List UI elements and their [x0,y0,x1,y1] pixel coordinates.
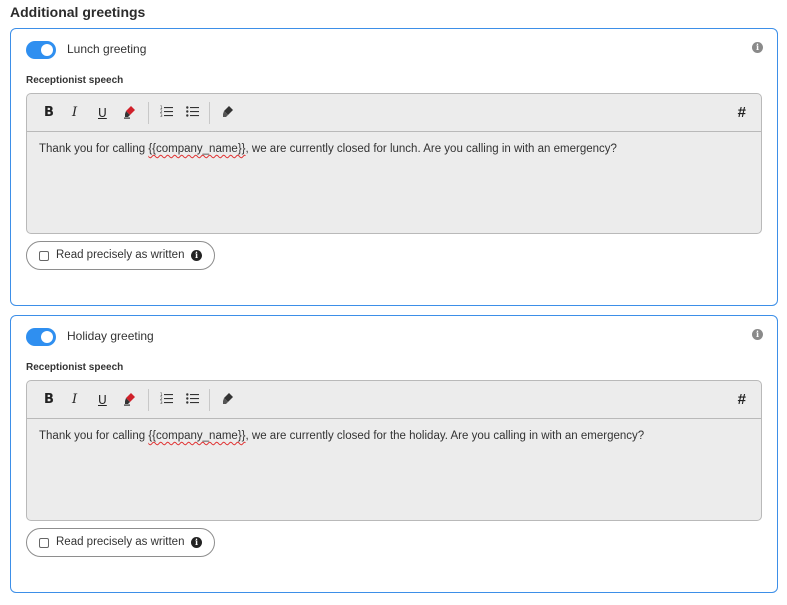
text-after: , we are currently closed for the holida… [245,430,645,442]
speech-text[interactable]: Thank you for calling {{company_name}}, … [27,419,761,453]
receptionist-speech-label: Receptionist speech [26,75,124,86]
section-title: Additional greetings [10,4,146,20]
holiday-greeting-toggle[interactable] [26,328,56,346]
toolbar-separator [209,389,210,411]
editor-toolbar: B I U 123 # [27,381,761,419]
italic-button[interactable]: I [72,105,77,121]
editor-toolbar: B I U 123 # [27,94,761,132]
highlighter-icon[interactable] [124,392,136,408]
read-precisely-label: Read precisely as written [56,249,185,261]
speech-text[interactable]: Thank you for calling {{company_name}}, … [27,132,761,166]
italic-button[interactable]: I [72,392,77,408]
read-precisely-label: Read precisely as written [56,536,185,548]
lunch-greeting-toggle[interactable] [26,41,56,59]
insert-variable-button[interactable]: # [738,392,746,408]
read-precisely-pill[interactable]: Read precisely as written i [26,528,215,557]
insert-variable-button[interactable]: # [738,105,746,121]
underline-button[interactable]: U [98,105,107,121]
text-before: Thank you for calling [39,430,149,442]
toggle-knob [41,331,53,343]
info-icon[interactable]: i [752,42,763,53]
highlighter-icon[interactable] [124,105,136,121]
read-precisely-checkbox[interactable] [39,251,49,261]
lunch-greeting-label: Lunch greeting [67,42,147,56]
company-name-variable: {{company_name}} [148,143,246,155]
bold-button[interactable]: B [44,392,54,408]
speech-editor[interactable]: B I U 123 # Thank you for calling {{comp… [26,93,762,234]
toolbar-separator [148,389,149,411]
eraser-icon[interactable] [222,105,234,121]
ordered-list-icon[interactable]: 123 [160,105,173,121]
info-icon[interactable]: i [191,250,202,261]
speech-editor[interactable]: B I U 123 # Thank you for calling {{comp… [26,380,762,521]
unordered-list-icon[interactable] [186,105,199,121]
info-icon[interactable]: i [191,537,202,548]
underline-button[interactable]: U [98,392,107,408]
holiday-greeting-card: Holiday greeting i Receptionist speech B… [10,315,778,593]
holiday-greeting-label: Holiday greeting [67,329,154,343]
read-precisely-checkbox[interactable] [39,538,49,548]
company-name-variable: {{company_name}} [148,430,246,442]
eraser-icon[interactable] [222,392,234,408]
info-icon[interactable]: i [752,329,763,340]
receptionist-speech-label: Receptionist speech [26,362,124,373]
text-before: Thank you for calling [39,143,149,155]
toolbar-separator [209,102,210,124]
toolbar-separator [148,102,149,124]
unordered-list-icon[interactable] [186,392,199,408]
lunch-greeting-card: Lunch greeting i Receptionist speech B I… [10,28,778,306]
text-after: , we are currently closed for lunch. Are… [245,143,617,155]
bold-button[interactable]: B [44,105,54,121]
read-precisely-pill[interactable]: Read precisely as written i [26,241,215,270]
svg-text:3: 3 [160,113,163,118]
toggle-knob [41,44,53,56]
svg-text:3: 3 [160,400,163,405]
ordered-list-icon[interactable]: 123 [160,392,173,408]
